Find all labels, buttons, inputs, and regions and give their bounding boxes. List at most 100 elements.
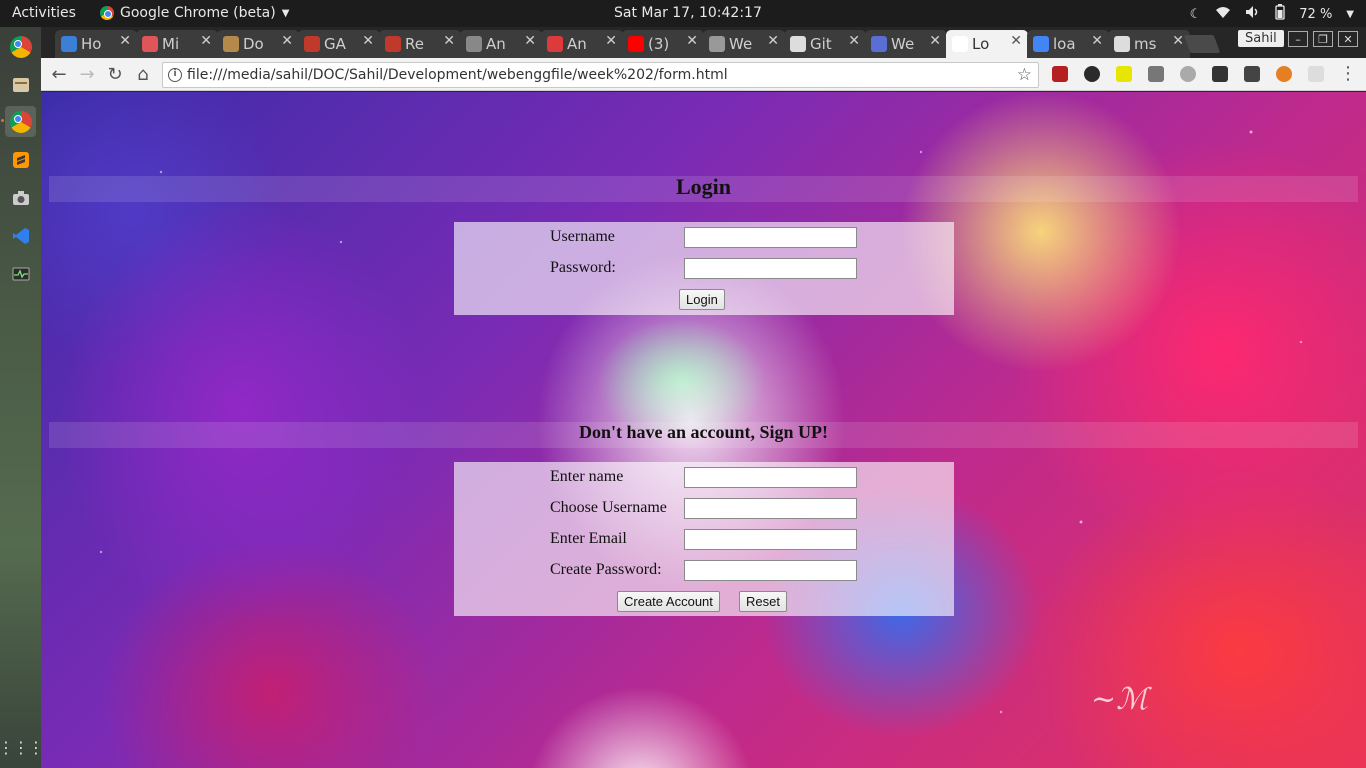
tab-close-icon[interactable]: ✕ (1091, 33, 1103, 49)
system-tray[interactable]: ☾ 72 % ▼ (1190, 4, 1354, 24)
extension-icon[interactable] (1116, 66, 1132, 82)
create-password-input[interactable] (684, 560, 857, 581)
signup-heading: Don't have an account, Sign UP! (578, 422, 829, 442)
tab-close-icon[interactable]: ✕ (767, 33, 779, 49)
dock-vscode[interactable] (5, 220, 36, 251)
tab-close-icon[interactable]: ✕ (119, 33, 131, 49)
clock[interactable]: Sat Mar 17, 10:42:17 (614, 5, 762, 21)
tab-label: An (486, 35, 506, 53)
tab-close-icon[interactable]: ✕ (605, 33, 617, 49)
browser-tab[interactable]: ms ✕ (1108, 30, 1190, 58)
tab-label: GA (324, 35, 346, 53)
system-monitor-icon (12, 267, 29, 280)
restore-button[interactable]: ❐ (1313, 31, 1333, 47)
home-button[interactable]: ⌂ (133, 64, 153, 85)
name-input[interactable] (684, 467, 857, 488)
browser-tab[interactable]: Git ✕ (784, 30, 866, 58)
tab-label: Git (810, 35, 832, 53)
grid-icon: ⋮⋮⋮ (0, 738, 44, 757)
favicon-icon (304, 36, 320, 52)
profile-button[interactable]: Sahil (1238, 30, 1284, 47)
tab-close-icon[interactable]: ✕ (443, 33, 455, 49)
tab-strip: Ho ✕ Mi ✕ Do ✕ GA ✕ Re ✕ An ✕ An ✕ (3) ✕ We ✕ Git ✕ We ✕ Lo ✕ lo… (41, 27, 1366, 58)
wifi-icon (1215, 5, 1231, 23)
tab-close-icon[interactable]: ✕ (200, 33, 212, 49)
info-icon[interactable]: i (168, 68, 182, 82)
browser-tab[interactable]: GA ✕ (298, 30, 380, 58)
app-name: Google Chrome (beta) (120, 5, 276, 21)
reload-button[interactable]: ↻ (105, 64, 125, 85)
dock-files[interactable] (5, 69, 36, 100)
forward-button[interactable]: → (77, 64, 97, 85)
browser-tab[interactable]: loa ✕ (1027, 30, 1109, 58)
browser-tab[interactable]: Do ✕ (217, 30, 299, 58)
favicon-icon (142, 36, 158, 52)
browser-tab[interactable]: (3) ✕ (622, 30, 704, 58)
browser-tab[interactable]: Mi ✕ (136, 30, 218, 58)
dock-chrome[interactable] (5, 31, 36, 62)
night-light-icon: ☾ (1189, 6, 1202, 22)
browser-tab[interactable]: We ✕ (703, 30, 785, 58)
tab-label: An (567, 35, 587, 53)
create-password-label: Create Password: (550, 561, 662, 578)
new-tab-button[interactable] (1183, 35, 1221, 53)
dock-show-apps[interactable]: ⋮⋮⋮ (0, 732, 44, 763)
menu-icon[interactable]: ⋮ (1339, 63, 1357, 84)
tab-label: Do (243, 35, 264, 53)
battery-percent: 72 % (1299, 6, 1333, 22)
extension-icon[interactable] (1244, 66, 1260, 82)
chrome-beta-icon (9, 110, 32, 133)
tab-close-icon[interactable]: ✕ (281, 33, 293, 49)
tab-close-icon[interactable]: ✕ (1172, 33, 1184, 49)
favicon-icon (61, 36, 77, 52)
extension-icon[interactable] (1308, 66, 1324, 82)
extension-icon[interactable] (1084, 66, 1100, 82)
minimize-button[interactable]: – (1288, 31, 1308, 47)
extension-icon[interactable] (1148, 66, 1164, 82)
browser-tab[interactable]: Lo ✕ (946, 30, 1028, 58)
tab-close-icon[interactable]: ✕ (929, 33, 941, 49)
bookmark-star-icon[interactable]: ☆ (1017, 63, 1032, 87)
username-label: Username (550, 228, 615, 245)
dock-screenshot[interactable] (5, 182, 36, 213)
create-account-button[interactable]: Create Account (617, 591, 720, 612)
password-label: Password: (550, 259, 616, 276)
email-input[interactable] (684, 529, 857, 550)
username-input[interactable] (684, 227, 857, 248)
app-menu[interactable]: Google Chrome (beta) ▼ (100, 5, 289, 21)
favicon-icon (466, 36, 482, 52)
chrome-icon (100, 6, 114, 20)
tab-close-icon[interactable]: ✕ (362, 33, 374, 49)
tab-close-icon[interactable]: ✕ (524, 33, 536, 49)
browser-tab[interactable]: An ✕ (460, 30, 542, 58)
login-button[interactable]: Login (679, 289, 725, 310)
back-button[interactable]: ← (49, 64, 69, 85)
ublock-icon[interactable] (1052, 66, 1068, 82)
browser-tab[interactable]: We ✕ (865, 30, 947, 58)
tab-label: Re (405, 35, 424, 53)
close-window-button[interactable]: ✕ (1338, 31, 1358, 47)
login-heading: Login (675, 174, 732, 199)
tab-close-icon[interactable]: ✕ (686, 33, 698, 49)
extension-icon[interactable] (1276, 66, 1292, 82)
favicon-icon (709, 36, 725, 52)
choose-username-input[interactable] (684, 498, 857, 519)
browser-tab[interactable]: Re ✕ (379, 30, 461, 58)
dock-system-monitor[interactable] (5, 258, 36, 289)
running-indicator (1, 119, 4, 122)
browser-tab[interactable]: An ✕ (541, 30, 623, 58)
dock-sublime[interactable] (5, 144, 36, 175)
activities-button[interactable]: Activities (12, 5, 76, 21)
address-bar[interactable]: i file:///media/sahil/DOC/Sahil/Developm… (162, 62, 1039, 88)
favicon-icon (223, 36, 239, 52)
reset-button[interactable]: Reset (739, 591, 787, 612)
favicon-icon (790, 36, 806, 52)
extension-icon[interactable] (1212, 66, 1228, 82)
browser-tab[interactable]: Ho ✕ (55, 30, 137, 58)
dock-chrome-beta[interactable] (1, 106, 36, 137)
tab-close-icon[interactable]: ✕ (1010, 33, 1022, 49)
tab-label: We (891, 35, 915, 53)
password-input[interactable] (684, 258, 857, 279)
tab-close-icon[interactable]: ✕ (848, 33, 860, 49)
extension-icon[interactable] (1180, 66, 1196, 82)
